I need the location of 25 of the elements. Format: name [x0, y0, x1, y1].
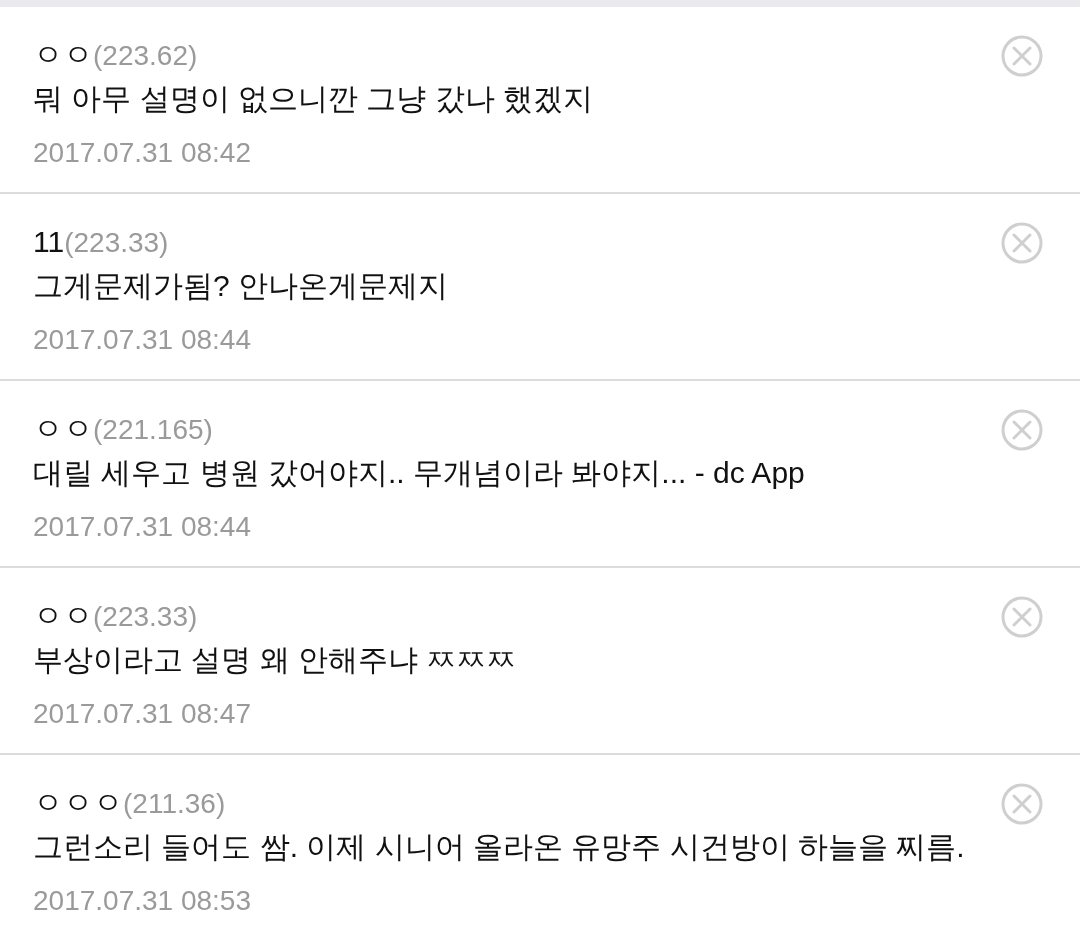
delete-icon[interactable] — [1001, 222, 1043, 264]
comment-text: 그게문제가됨? 안나온게문제지 — [33, 268, 450, 304]
comment-ip: (223.33) — [64, 226, 169, 260]
comment-date: 2017.07.31 08:44 — [33, 510, 252, 544]
comment-date: 2017.07.31 08:53 — [33, 884, 252, 918]
comment-author: ㅇㅇ — [33, 37, 93, 73]
comment-author: ㅇㅇㅇ — [33, 785, 123, 821]
delete-icon[interactable] — [1001, 409, 1043, 451]
comment-date: 2017.07.31 08:44 — [33, 323, 252, 357]
comment-text: 대릴 세우고 병원 갔어야지.. 무개념이라 봐야지... - dc App — [33, 455, 806, 491]
delete-icon[interactable] — [1001, 783, 1043, 825]
comment-date: 2017.07.31 08:47 — [33, 697, 252, 731]
delete-icon[interactable] — [1001, 596, 1043, 638]
comment-date: 2017.07.31 08:42 — [33, 136, 252, 170]
comment-ip: (211.36) — [123, 787, 226, 821]
delete-icon[interactable] — [1001, 35, 1043, 77]
comment-ip: (223.62) — [93, 39, 198, 73]
comment-text: 부상이라고 설명 왜 안해주냐 ㅉㅉㅉ — [33, 642, 518, 678]
comment-author: ㅇㅇ — [33, 598, 93, 634]
comment-author: ㅇㅇ — [33, 411, 93, 447]
comment-ip: (223.33) — [93, 600, 198, 634]
comment-text: 그런소리 들어도 쌈. 이제 시니어 올라온 유망주 시건방이 하늘을 찌름. — [33, 829, 966, 865]
comment-author: 11 — [33, 224, 65, 260]
comment-text: 뭐 아무 설명이 없으니깐 그냥 갔나 했겠지 — [33, 81, 594, 117]
comment-ip: (221.165) — [93, 413, 213, 447]
